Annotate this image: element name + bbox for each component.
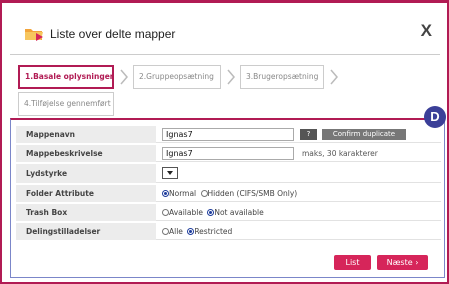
volume-select[interactable]: [162, 167, 178, 179]
option-all: Alle: [169, 227, 183, 236]
share-name-input[interactable]: Ignas7: [162, 128, 294, 141]
help-button[interactable]: ?: [300, 129, 317, 140]
step-user-setup[interactable]: 3.Brugeropsætning: [240, 65, 324, 89]
radio-all[interactable]: [162, 228, 169, 235]
radio-hidden[interactable]: [200, 190, 208, 197]
option-hidden: Hidden (CIFS/SMB Only): [207, 189, 298, 198]
dialog: Liste over delte mapper X 1.Basale oplys…: [0, 0, 449, 284]
row-folder-attribute: Folder Attribute Normal Hidden (CIFS/SMB…: [16, 185, 441, 202]
volume-label: Lydstyrke: [16, 164, 156, 183]
step-basic-info[interactable]: 1.Basale oplysninger: [18, 65, 114, 89]
radio-available[interactable]: [162, 209, 169, 216]
title-bar: Liste over delte mapper X: [10, 20, 440, 48]
step-group-setup[interactable]: 2.Gruppeopsætning: [133, 65, 221, 89]
option-not-available: Not available: [214, 208, 264, 217]
option-restricted: Restricted: [194, 227, 233, 236]
share-permissions-label: Delingstilladelser: [16, 223, 156, 240]
form-panel: Mappenavn Ignas7 ? Confirm duplicate Map…: [10, 118, 445, 278]
close-button[interactable]: X: [421, 21, 432, 41]
chevron-right-icon: [120, 69, 128, 85]
folder-attribute-label: Folder Attribute: [16, 185, 156, 202]
step-badge: D: [424, 106, 446, 128]
description-input[interactable]: Ignas7: [162, 147, 294, 160]
title-divider: [10, 54, 440, 55]
row-volume: Lydstyrke: [16, 164, 441, 183]
chevron-right-icon: [330, 69, 338, 85]
description-label: Mappebeskrivelse: [16, 145, 156, 162]
trash-box-options: Available Not available: [162, 204, 266, 221]
share-name-label: Mappenavn: [16, 126, 156, 143]
row-trash-box: Trash Box Available Not available: [16, 204, 441, 221]
wizard-steps: 1.Basale oplysninger 2.Gruppeopsætning 3…: [18, 65, 438, 117]
next-button[interactable]: Næste ›: [377, 255, 428, 270]
row-share-name: Mappenavn Ignas7 ? Confirm duplicate: [16, 126, 441, 143]
top-border: [0, 0, 449, 3]
list-button[interactable]: List: [334, 255, 371, 270]
dialog-title: Liste over delte mapper: [50, 27, 176, 41]
row-description: Mappebeskrivelse Ignas7 maks, 30 karakte…: [16, 145, 441, 162]
chevron-down-icon: [167, 171, 173, 175]
option-normal: Normal: [169, 189, 197, 198]
folder-attribute-options: Normal Hidden (CIFS/SMB Only): [162, 185, 299, 202]
shared-folder-icon: [25, 29, 43, 41]
chevron-right-icon: [227, 69, 235, 85]
trash-box-label: Trash Box: [16, 204, 156, 221]
share-permissions-options: Alle Restricted: [162, 223, 234, 240]
radio-normal[interactable]: [162, 190, 169, 197]
option-available: Available: [169, 208, 203, 217]
left-border: [0, 0, 2, 284]
max-length-hint: maks, 30 karakterer: [302, 149, 378, 158]
step-complete[interactable]: 4.Tilføjelse gennemført: [18, 92, 114, 116]
row-share-permissions: Delingstilladelser Alle Restricted: [16, 223, 441, 240]
confirm-duplicate-button[interactable]: Confirm duplicate: [322, 129, 406, 140]
